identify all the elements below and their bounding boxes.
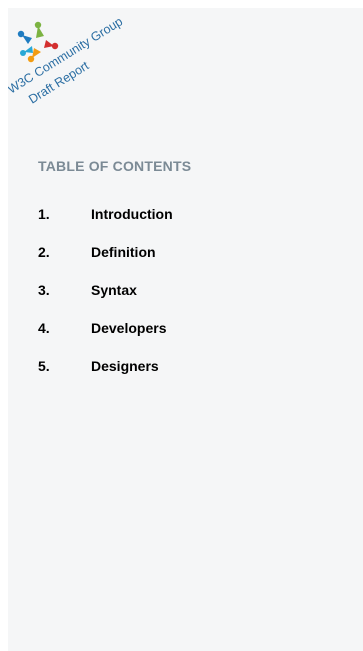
w3c-community-group-logo[interactable]: W3C Community Group Draft Report bbox=[8, 8, 148, 128]
logo-dot-red bbox=[51, 42, 59, 50]
logo-petal-blue bbox=[22, 35, 32, 44]
toc-item-number: 2. bbox=[38, 244, 50, 260]
logo-dot-cyan bbox=[20, 50, 26, 56]
toc-item-label[interactable]: Introduction bbox=[91, 206, 173, 222]
toc-item-label[interactable]: Syntax bbox=[91, 282, 137, 298]
logo-dot-blue bbox=[17, 30, 25, 38]
toc-item-label[interactable]: Designers bbox=[91, 358, 159, 374]
logo-dot-green bbox=[34, 21, 42, 29]
logo-dot-orange bbox=[27, 55, 35, 63]
toc-heading: TABLE OF CONTENTS bbox=[38, 158, 192, 174]
logo-petal-orange bbox=[32, 48, 41, 58]
toc-item-number: 1. bbox=[38, 206, 50, 222]
toc-item-label[interactable]: Definition bbox=[91, 244, 156, 260]
toc-item-syntax[interactable]: 3. Syntax bbox=[38, 271, 173, 309]
toc-item-definition[interactable]: 2. Definition bbox=[38, 233, 173, 271]
toc-item-number: 4. bbox=[38, 320, 50, 336]
toc-item-developers[interactable]: 4. Developers bbox=[38, 309, 173, 347]
toc-item-introduction[interactable]: 1. Introduction bbox=[38, 195, 173, 233]
toc-item-label[interactable]: Developers bbox=[91, 320, 166, 336]
toc-item-designers[interactable]: 5. Designers bbox=[38, 347, 173, 385]
toc-item-number: 5. bbox=[38, 358, 50, 374]
toc-sidebar: W3C Community Group Draft Report TABLE O… bbox=[8, 8, 363, 651]
toc-list: 1. Introduction 2. Definition 3. Syntax … bbox=[38, 195, 173, 385]
toc-item-number: 3. bbox=[38, 282, 50, 298]
